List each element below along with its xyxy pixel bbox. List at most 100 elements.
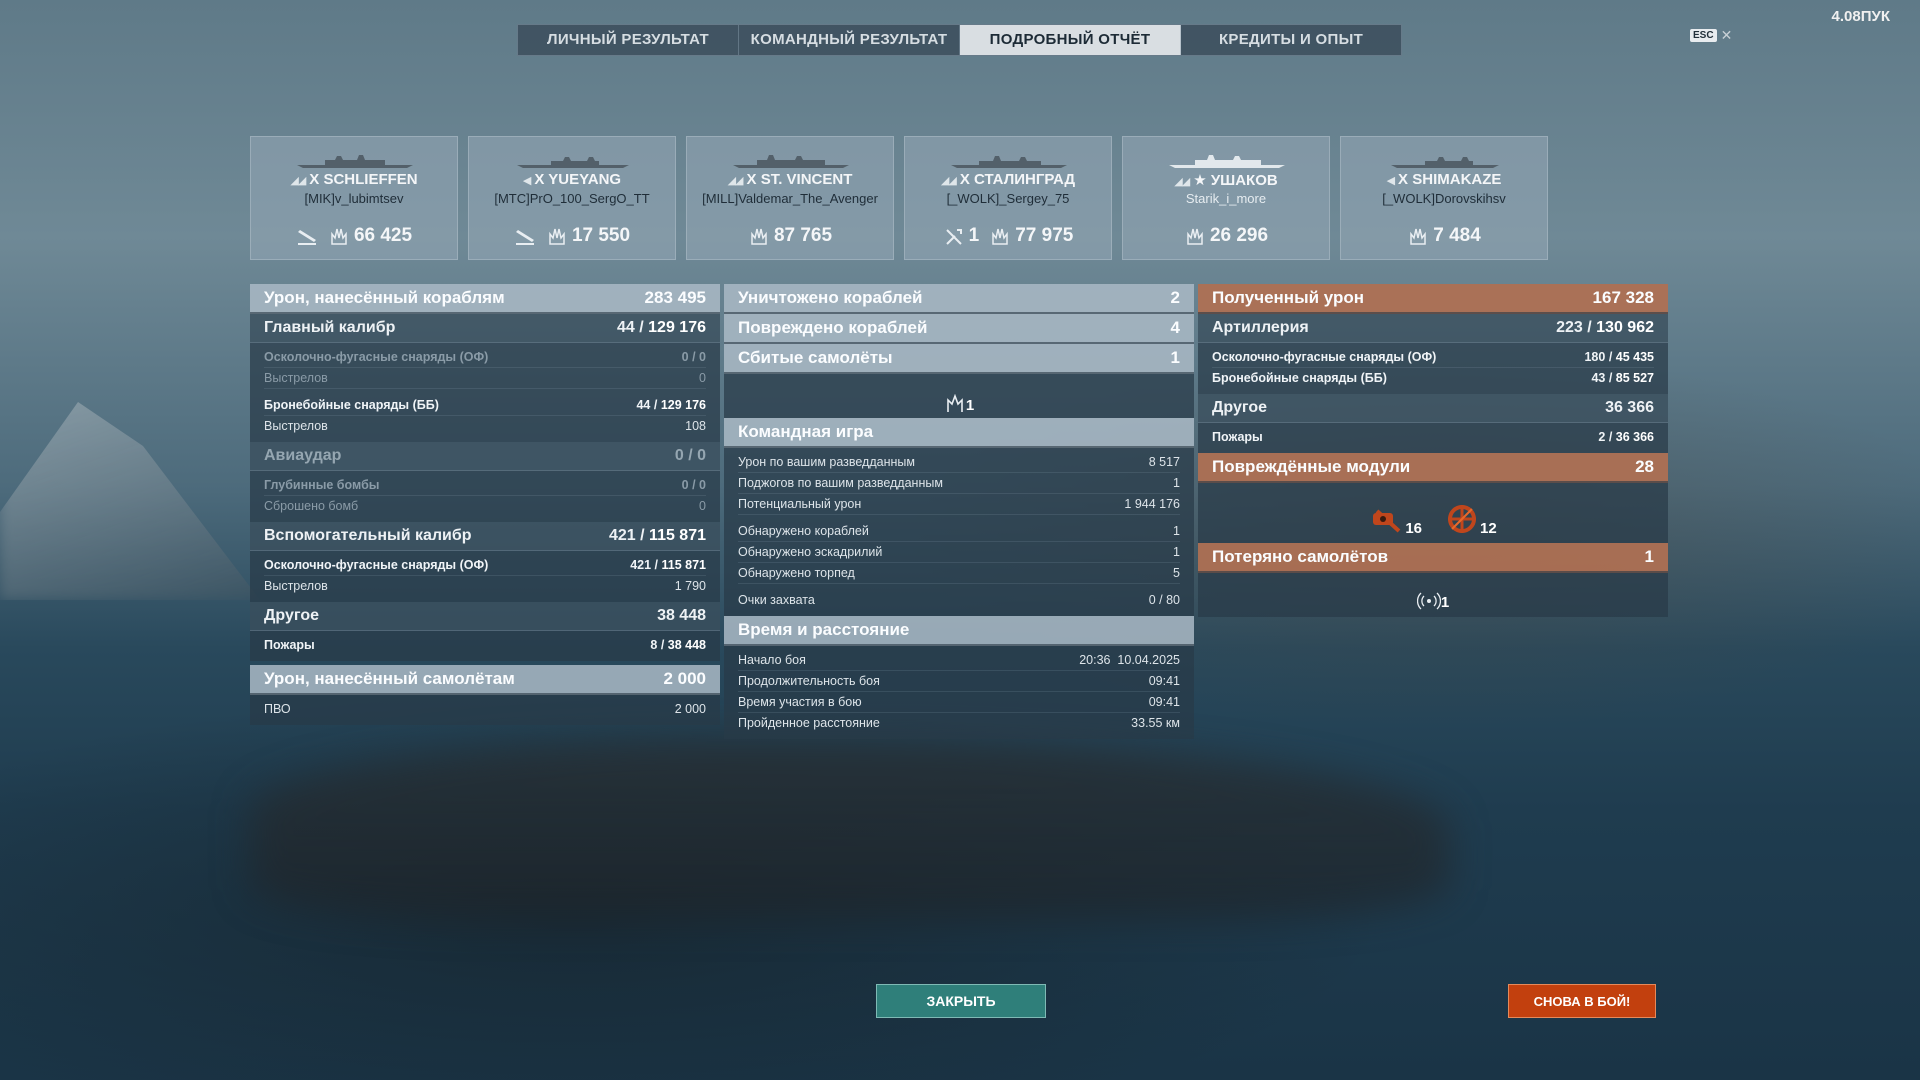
ship-name: ◢◢ X SCHLIEFFEN bbox=[290, 171, 418, 188]
ship-stats: 26 296 bbox=[1123, 225, 1329, 247]
ap-shots-row: Выстрелов 108 bbox=[264, 419, 706, 433]
background-mountain bbox=[0, 402, 260, 600]
time-in-battle-row: Время участия в бою 09:41 bbox=[738, 692, 1180, 713]
damage-stat: 26 296 bbox=[1184, 225, 1268, 247]
potential-damage-row: Потенциальный урон 1 944 176 bbox=[738, 494, 1180, 515]
player-name: Starik_i_more bbox=[1185, 191, 1267, 206]
ship-card[interactable]: ◢◢ X ST. VINCENT [MILL]Valdemar_The_Aveng… bbox=[686, 136, 894, 260]
ship-name: ◢◢ X ST. VINCENT bbox=[727, 171, 853, 188]
aircraft-damage-details: ПВО 2 000 bbox=[250, 695, 720, 725]
battle-start-row: Начало боя 20:36 10.04.2025 bbox=[738, 650, 1180, 671]
damaged-modules-header: Повреждённые модули 28 bbox=[1198, 453, 1668, 483]
esc-key: ESC bbox=[1690, 29, 1717, 42]
ship-silhouette-icon bbox=[951, 156, 1067, 168]
ship-name: ◢◢ X СТАЛИНГРАД bbox=[940, 171, 1076, 188]
top-right-label: 4.08ПУК bbox=[1831, 8, 1890, 25]
tab-detailed-report[interactable]: ПОДРОБНЫЙ ОТЧЁТ bbox=[960, 25, 1181, 55]
destroyer-icon: ◀ bbox=[522, 175, 532, 187]
battleship-icon: ◢◢ bbox=[290, 175, 306, 187]
secondary-details: Осколочно-фугасные снаряды (ОФ) 421 / 115… bbox=[250, 551, 720, 602]
tab-team-result[interactable]: КОМАНДНЫЙ РЕЗУЛЬТАТ bbox=[739, 25, 960, 55]
damage-stat: 77 975 bbox=[989, 225, 1073, 247]
ship-name: ◀ X SHIMAKAZE bbox=[1386, 171, 1502, 188]
planes-lost-icons: 1 bbox=[1198, 573, 1668, 617]
battle-duration-row: Продолжительность боя 09:41 bbox=[738, 671, 1180, 692]
close-button[interactable]: ЗАКРЫТЬ bbox=[876, 984, 1046, 1018]
ship-stats: 1 77 975 bbox=[905, 225, 1111, 247]
damage-dealt-panel: Урон, нанесённый кораблям 283 495 Главный… bbox=[250, 284, 720, 725]
secondary-shots-row: Выстрелов 1 790 bbox=[264, 579, 706, 593]
torpedo-stat bbox=[514, 226, 536, 246]
ship-silhouette-icon bbox=[1391, 157, 1499, 168]
distance-row: Пройденное расстояние 33.55 км bbox=[738, 716, 1180, 730]
player-name: [_WOLK]Dorovskihsv bbox=[1382, 191, 1506, 206]
ship-card[interactable]: ◀ X SHIMAKAZE [_WOLK]Dorovskihsv 7 484 bbox=[1340, 136, 1548, 260]
torpedo-icon bbox=[515, 230, 534, 245]
ship-card[interactable]: ◢◢ X СТАЛИНГРАД [_WOLK]_Sergey_75 1 77 97… bbox=[904, 136, 1112, 260]
damage-stat: 66 425 bbox=[328, 225, 412, 247]
close-icon[interactable]: ✕ bbox=[1721, 27, 1733, 44]
damage-received-header: Полученный урон 167 328 bbox=[1198, 284, 1668, 314]
damage-icon bbox=[331, 228, 347, 245]
cruiser-icon: ◢◢ bbox=[940, 175, 957, 187]
battle-again-button[interactable]: СНОВА В БОЙ! bbox=[1508, 984, 1656, 1018]
damage-icon bbox=[1187, 228, 1203, 245]
artillery-details: Осколочно-фугасные снаряды (ОФ) 180 / 45 … bbox=[1198, 343, 1668, 394]
background-ship bbox=[250, 740, 1450, 920]
ship-stats: 66 425 bbox=[251, 225, 457, 247]
damage-stat: 17 550 bbox=[546, 225, 630, 247]
damage-icon bbox=[1410, 228, 1426, 245]
squadrons-spotted-row: Обнаружено эскадрилий 1 bbox=[738, 542, 1180, 563]
plane-shot-icon bbox=[945, 229, 962, 245]
ships-spotted-row: Обнаружено кораблей 1 bbox=[738, 521, 1180, 542]
ship-card[interactable]: ◀ X YUEYANG [MTC]PrO_100_SergO_TT 17 550 bbox=[468, 136, 676, 260]
planes-lost-item: 1 bbox=[1416, 591, 1449, 611]
received-fires-row: Пожары 2 / 36 366 bbox=[1212, 430, 1654, 444]
torpedo-stat bbox=[296, 226, 318, 246]
main-caliber-row: Главный калибр 44 / 129 176 bbox=[250, 314, 720, 343]
damage-received-panel: Полученный урон 167 328 Артиллерия 223 / 1… bbox=[1198, 284, 1668, 617]
received-other-details: Пожары 2 / 36 366 bbox=[1198, 423, 1668, 453]
planes-shot-row: Сбитые самолёты 1 bbox=[724, 344, 1194, 374]
ship-stats: 7 484 bbox=[1341, 225, 1547, 247]
received-he-row: Осколочно-фугасные снаряды (ОФ) 180 / 45 … bbox=[1212, 347, 1654, 368]
damage-dealt-header: Урон, нанесённый кораблям 283 495 bbox=[250, 284, 720, 314]
ship-card[interactable]: ◢◢ X SCHLIEFFEN [MIK]v_lubimtsev 66 425 bbox=[250, 136, 458, 260]
planes-lost-header: Потеряно самолётов 1 bbox=[1198, 543, 1668, 573]
destroyer-icon: ◀ bbox=[1386, 175, 1396, 187]
planes-shot-item: 1 bbox=[944, 394, 974, 414]
damaged-modules-icons: 16 12 bbox=[1198, 483, 1668, 543]
player-name: [_WOLK]_Sergey_75 bbox=[946, 191, 1070, 206]
damage-icon bbox=[751, 228, 767, 245]
ship-card[interactable]: ◢◢ ★ УШАКОВ Starik_i_more 26 296 bbox=[1122, 136, 1330, 260]
received-other-row: Другое 36 366 bbox=[1198, 394, 1668, 423]
tab-personal-result[interactable]: ЛИЧНЫЙ РЕЗУЛЬТАТ bbox=[518, 25, 739, 55]
secondary-row: Вспомогательный калибр 421 / 115 871 bbox=[250, 522, 720, 551]
kills-panel: Уничтожено кораблей 2 Повреждено кораблей… bbox=[724, 284, 1194, 739]
ap-shells-row: Бронебойные снаряды (ББ) 44 / 129 176 bbox=[264, 395, 706, 416]
ship-stats: 87 765 bbox=[687, 225, 893, 247]
aa-row: ПВО 2 000 bbox=[264, 702, 706, 716]
artillery-row: Артиллерия 223 / 130 962 bbox=[1198, 314, 1668, 343]
ship-name: ◢◢ ★ УШАКОВ bbox=[1174, 172, 1278, 189]
ship-silhouette-icon bbox=[733, 155, 849, 168]
esc-close[interactable]: ESC ✕ bbox=[1690, 27, 1732, 44]
radio-signal-icon bbox=[1416, 592, 1441, 610]
ship-stats: 17 550 bbox=[469, 225, 675, 247]
battleship-icon: ◢◢ bbox=[727, 175, 744, 187]
tab-credits-xp[interactable]: КРЕДИТЫ И ОПЫТ bbox=[1181, 25, 1401, 55]
other-damage-details: Пожары 8 / 38 448 bbox=[250, 631, 720, 661]
he-shells-row: Осколочно-фугасные снаряды (ОФ) 0 / 0 bbox=[264, 347, 706, 368]
damage-stat: 87 765 bbox=[748, 225, 832, 247]
player-name: [MTC]PrO_100_SergO_TT bbox=[494, 191, 650, 206]
ship-name: ◀ X YUEYANG bbox=[522, 171, 622, 188]
aircraft-damage-header: Урон, нанесённый самолётам 2 000 bbox=[250, 665, 720, 695]
other-damage-row: Другое 38 448 bbox=[250, 602, 720, 631]
ship-silhouette-icon bbox=[517, 157, 629, 168]
plane-shot-icon bbox=[947, 394, 963, 412]
steering-wheel-icon bbox=[1448, 505, 1476, 533]
ship-silhouette-icon bbox=[1169, 155, 1285, 168]
time-distance-header: Время и расстояние bbox=[724, 616, 1194, 646]
time-distance-details: Начало боя 20:36 10.04.2025 Продолжительн… bbox=[724, 646, 1194, 739]
plane-kill-stat: 1 bbox=[943, 225, 979, 247]
